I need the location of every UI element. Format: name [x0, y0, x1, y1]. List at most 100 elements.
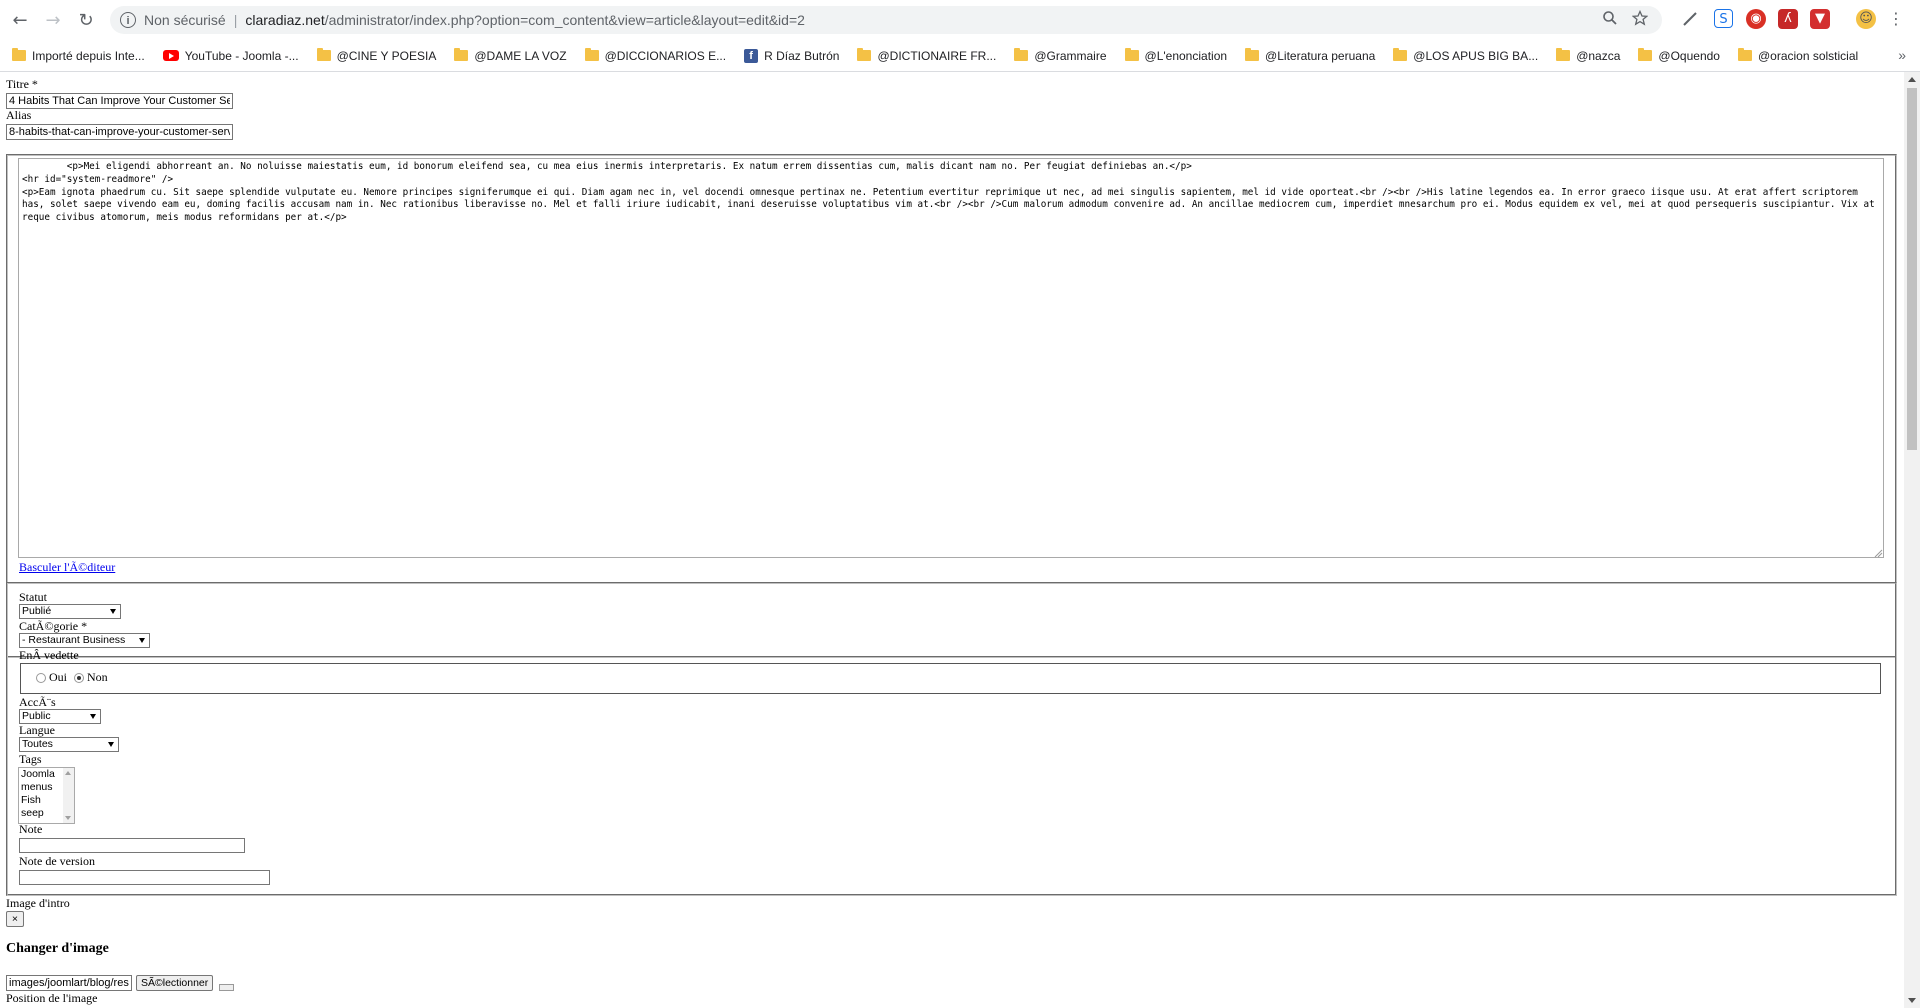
- status-select[interactable]: Publié: [19, 604, 121, 619]
- bookmark-item[interactable]: @Literatura peruana: [1245, 48, 1376, 63]
- chevron-down-icon: [108, 742, 114, 747]
- bookmark-item[interactable]: Importé depuis Inte...: [12, 48, 145, 63]
- sync-extension-icon[interactable]: S: [1714, 9, 1733, 28]
- chevron-down-icon: [110, 609, 116, 614]
- access-label: AccÃ¨s: [19, 695, 56, 709]
- image-path-input[interactable]: [6, 975, 132, 991]
- options-fieldset: [6, 582, 1897, 896]
- bookmarks-overflow-button[interactable]: »: [1898, 47, 1906, 63]
- bookmark-label: @oracion solsticial: [1757, 48, 1859, 63]
- note-label: Note: [19, 822, 43, 836]
- bookmark-label: @nazca: [1576, 48, 1621, 63]
- bookmark-label: Importé depuis Inte...: [32, 48, 145, 63]
- shield-extension-icon[interactable]: ▼: [1810, 9, 1830, 29]
- folder-icon: [12, 48, 26, 61]
- change-image-heading: Changer d'image: [6, 941, 109, 956]
- access-value: Public: [22, 710, 51, 722]
- clear-image-button[interactable]: ×: [6, 911, 24, 927]
- bookmark-item[interactable]: @CINE Y POESIA: [316, 48, 437, 63]
- bookmark-item[interactable]: @L'enonciation: [1124, 48, 1228, 63]
- bookmarks-bar: Importé depuis Inte... YouTube - Joomla -…: [0, 40, 1920, 72]
- bookmark-item[interactable]: @DICTIONAIRE FR...: [857, 48, 996, 63]
- folder-icon: [584, 48, 599, 61]
- star-icon[interactable]: [1631, 9, 1649, 31]
- select-image-button[interactable]: SÃ©lectionner: [136, 975, 214, 991]
- bookmark-label: @LOS APUS BIG BA...: [1413, 48, 1539, 63]
- bookmark-item[interactable]: @Oquendo: [1638, 48, 1720, 63]
- featured-yes-radio[interactable]: [36, 673, 46, 684]
- language-select[interactable]: Toutes: [19, 737, 119, 752]
- title-label: Titre *: [6, 77, 38, 91]
- folder-icon: [1556, 48, 1571, 61]
- bookmark-item[interactable]: YouTube - Joomla -...: [162, 48, 299, 63]
- featured-no-radio[interactable]: [74, 673, 84, 684]
- forward-icon[interactable]: →: [39, 6, 67, 34]
- bookmark-label: @CINE Y POESIA: [336, 48, 437, 63]
- toggle-editor-link[interactable]: Basculer l'Ã©diteur: [19, 560, 115, 575]
- back-icon[interactable]: ←: [6, 6, 34, 34]
- featured-label: EnÂ vedette: [19, 648, 79, 662]
- bookmark-label: YouTube - Joomla -...: [184, 48, 299, 63]
- featured-yes-label: Oui: [49, 670, 67, 684]
- chevron-down-icon: [90, 714, 96, 719]
- zoom-icon[interactable]: [1602, 10, 1618, 31]
- bookmark-item[interactable]: @DICCIONARIOS E...: [584, 48, 727, 63]
- note-input[interactable]: [19, 838, 245, 853]
- bookmark-label: @DICCIONARIOS E...: [604, 48, 727, 63]
- chevron-down-icon: [139, 638, 145, 643]
- security-label: Non sécurisé: [144, 12, 226, 28]
- bookmark-item[interactable]: @LOS APUS BIG BA...: [1393, 48, 1539, 63]
- menu-icon[interactable]: ⋮: [1886, 9, 1906, 29]
- language-value: Toutes: [22, 738, 53, 750]
- bookmark-item[interactable]: @oracion solsticial: [1737, 48, 1859, 63]
- bookmark-item[interactable]: @nazca: [1556, 48, 1621, 63]
- page-scrollbar[interactable]: [1904, 72, 1920, 1008]
- bookmark-item[interactable]: @DAME LA VOZ: [454, 48, 567, 63]
- version-note-label: Note de version: [19, 854, 95, 868]
- tags-list[interactable]: Joomla menus Fish seep: [18, 767, 75, 824]
- resize-handle-icon[interactable]: [1873, 548, 1883, 558]
- featured-options: Oui Non: [36, 670, 108, 685]
- url-path: /administrator/index.php?option=com_cont…: [324, 12, 805, 28]
- intro-image-label: Image d'intro: [6, 896, 70, 910]
- folder-icon: [454, 48, 469, 61]
- folder-icon: [1393, 48, 1408, 61]
- divider: |: [233, 12, 238, 28]
- tags-label: Tags: [19, 752, 42, 766]
- folder-icon: [1737, 48, 1752, 61]
- status-label: Statut: [19, 590, 48, 604]
- pdf-extension-icon[interactable]: ʎ: [1778, 9, 1798, 29]
- alias-input[interactable]: [6, 124, 233, 140]
- reload-icon[interactable]: ↻: [72, 6, 100, 34]
- folder-icon: [1014, 48, 1029, 61]
- access-select[interactable]: Public: [19, 709, 101, 724]
- version-note-input[interactable]: [19, 870, 270, 885]
- status-value: Publié: [22, 605, 52, 617]
- url-host: claradiaz.net: [245, 12, 325, 28]
- bookmark-label: @DAME LA VOZ: [474, 48, 567, 63]
- bookmark-item[interactable]: @Grammaire: [1014, 48, 1107, 63]
- featured-fieldset: [20, 663, 1881, 694]
- address-bar[interactable]: i Non sécurisé | claradiaz.net/administr…: [110, 6, 1662, 34]
- tags-scrollbar[interactable]: [63, 768, 74, 823]
- scroll-thumb[interactable]: [1907, 88, 1917, 450]
- category-label: CatÃ©gorie *: [19, 619, 88, 633]
- title-input[interactable]: [6, 93, 233, 109]
- info-icon[interactable]: i: [120, 12, 136, 28]
- bookmark-label: @Literatura peruana: [1265, 48, 1376, 63]
- image-preview-toggle[interactable]: [219, 984, 234, 991]
- extension-icon[interactable]: ◉: [1746, 9, 1766, 29]
- folder-icon: [316, 48, 331, 61]
- bookmark-label: @L'enonciation: [1144, 48, 1228, 63]
- article-text-editor[interactable]: <p>Mei eligendi abhorreant an. No noluis…: [18, 158, 1884, 558]
- pen-icon[interactable]: [1680, 9, 1700, 29]
- youtube-icon: [162, 50, 179, 61]
- scroll-down-icon[interactable]: [1908, 998, 1916, 1003]
- avatar-icon[interactable]: ☺: [1856, 9, 1876, 29]
- category-value: - Restaurant Business: [22, 634, 126, 646]
- scroll-up-icon[interactable]: [1908, 77, 1916, 82]
- alias-label: Alias: [6, 108, 32, 122]
- category-select[interactable]: - Restaurant Business: [19, 633, 150, 648]
- bookmark-item[interactable]: f R Díaz Butrón: [744, 48, 839, 63]
- folder-icon: [1245, 48, 1260, 61]
